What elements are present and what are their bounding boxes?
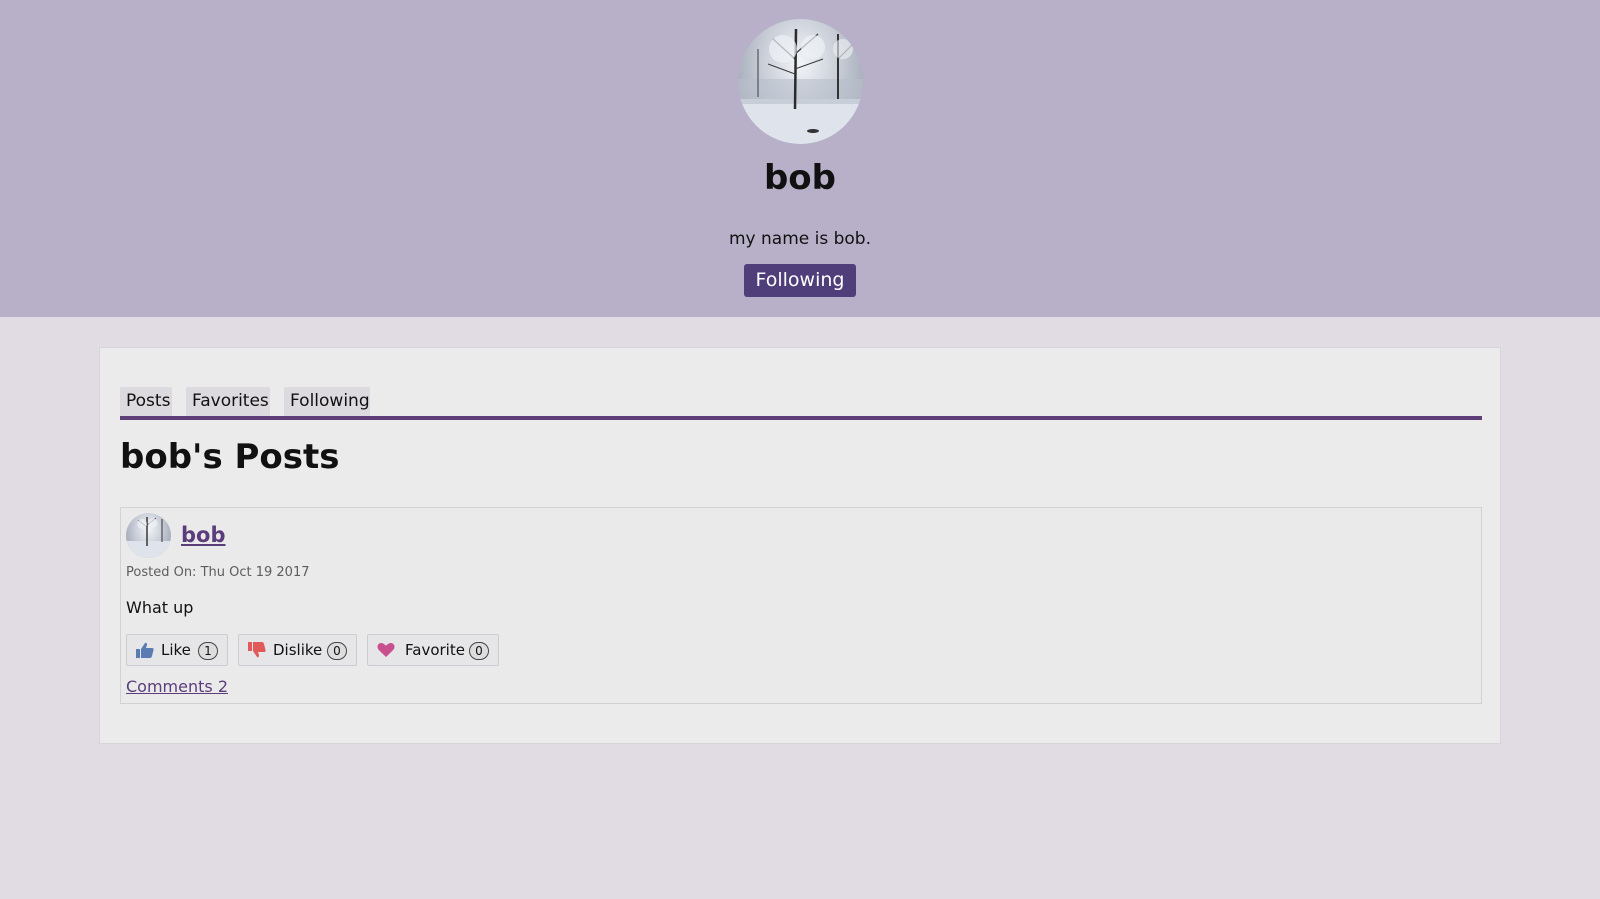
like-button[interactable]: Like 1 bbox=[126, 634, 228, 666]
section-title: bob's Posts bbox=[120, 437, 340, 477]
profile-name: bob bbox=[763, 158, 837, 198]
tab-posts[interactable]: Posts bbox=[120, 387, 172, 416]
thumbs-up-icon bbox=[136, 642, 154, 658]
comments-link[interactable]: Comments 2 bbox=[126, 676, 228, 698]
tab-favorites[interactable]: Favorites bbox=[186, 387, 270, 416]
post-date: Posted On: Thu Oct 19 2017 bbox=[126, 565, 310, 580]
profile-content-card: Posts Favorites Following bob's Posts bo… bbox=[99, 347, 1501, 744]
heart-icon bbox=[377, 643, 395, 657]
profile-tabs: Posts Favorites Following bbox=[120, 387, 1482, 420]
favorite-button[interactable]: Favorite 0 bbox=[367, 634, 499, 666]
post-author-avatar[interactable] bbox=[126, 513, 171, 558]
profile-header: bob my name is bob. Following bbox=[0, 0, 1600, 317]
profile-bio: my name is bob. bbox=[728, 229, 871, 249]
favorite-label: Favorite bbox=[405, 641, 465, 659]
like-label: Like bbox=[161, 641, 191, 659]
dislike-label: Dislike bbox=[273, 641, 323, 659]
following-button[interactable]: Following bbox=[744, 264, 856, 297]
profile-avatar bbox=[738, 19, 863, 144]
post-author-link[interactable]: bob bbox=[181, 521, 226, 549]
favorite-count: 0 bbox=[469, 642, 489, 660]
dislike-count: 0 bbox=[327, 642, 347, 660]
post-card: bob Posted On: Thu Oct 19 2017 What up L… bbox=[120, 507, 1482, 704]
post-body: What up bbox=[126, 598, 194, 617]
tab-following[interactable]: Following bbox=[284, 387, 370, 416]
like-count: 1 bbox=[198, 642, 218, 660]
dislike-button[interactable]: Dislike 0 bbox=[238, 634, 357, 666]
thumbs-down-icon bbox=[248, 642, 266, 658]
